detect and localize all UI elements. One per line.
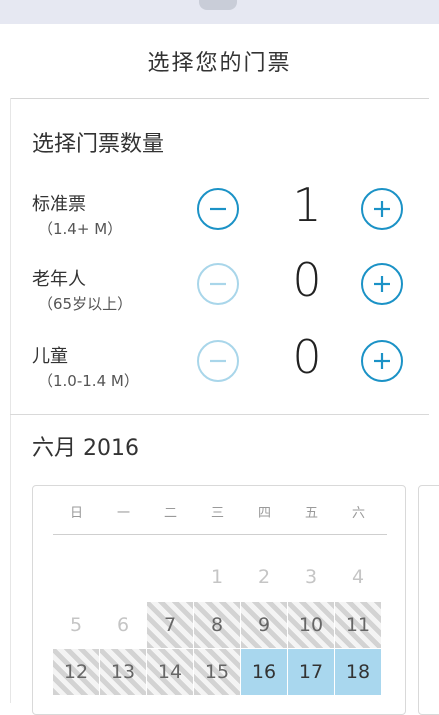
plus-circle-icon [374,353,390,369]
ticket-row-senior: 老年人 （65岁以上） 0 [32,253,422,321]
calendar-day[interactable]: 9 [241,602,287,648]
calendar-day[interactable]: 7 [147,602,193,648]
calendar-day[interactable]: 15 [194,649,240,695]
calendar-day[interactable]: 3 [288,554,334,600]
weekday-label: 一 [116,506,130,521]
ticket-name: 老年人 [32,269,86,290]
calendar-day[interactable]: 6 [100,602,146,648]
increment-child-button[interactable] [361,340,403,382]
standard-count: 1 [292,178,322,232]
decrement-child-button[interactable] [197,340,239,382]
calendar-day[interactable]: 8 [194,602,240,648]
left-border [10,98,11,703]
weekday-label: 日 [69,506,83,521]
ticket-note: （1.0-1.4 M） [38,372,139,390]
weekday-divider [53,534,387,535]
child-count: 0 [292,330,322,384]
plus-circle-icon [374,201,390,217]
ticket-name: 儿童 [32,346,68,367]
ticket-note: （65岁以上） [38,295,133,313]
page-title: 选择您的门票 [147,51,292,76]
calendar-day[interactable]: 5 [53,602,99,648]
increment-standard-button[interactable] [361,188,403,230]
calendar-day[interactable]: 1 [194,554,240,600]
calendar-day[interactable]: 13 [100,649,146,695]
calendar-day[interactable]: 2 [241,554,287,600]
calendar-day[interactable]: 18 [335,649,381,695]
section-divider [10,414,429,415]
calendar-day[interactable]: 4 [335,554,381,600]
calendar-day[interactable]: 17 [288,649,334,695]
ticket-row-child: 儿童 （1.0-1.4 M） 0 [32,330,422,398]
increment-senior-button[interactable] [361,263,403,305]
ticket-name: 标准票 [32,194,86,215]
top-handle [199,0,237,10]
weekday-label: 三 [210,506,224,521]
weekday-label: 五 [304,506,318,521]
ticket-quantity-title: 选择门票数量 [32,132,165,157]
weekday-label: 六 [351,506,365,521]
calendar-day[interactable]: 16 [241,649,287,695]
calendar-month-title: 六月 2016 [32,436,139,461]
calendar-day[interactable]: 11 [335,602,381,648]
decrement-senior-button[interactable] [197,263,239,305]
ticket-note: （1.4+ M） [38,220,123,238]
calendar-day[interactable]: 10 [288,602,334,648]
minus-circle-icon [210,359,226,363]
decrement-standard-button[interactable] [197,188,239,230]
top-status-band [0,0,439,24]
minus-circle-icon [210,207,226,211]
minus-circle-icon [210,282,226,286]
calendar-day[interactable]: 14 [147,649,193,695]
senior-count: 0 [292,253,322,307]
weekday-label: 四 [257,506,271,521]
calendar-day[interactable]: 12 [53,649,99,695]
next-month-calendar-edge [418,485,439,715]
weekday-label: 二 [163,506,177,521]
plus-circle-icon [374,276,390,292]
ticket-row-standard: 标准票 （1.4+ M） 1 [32,178,422,246]
page-header: 选择您的门票 [10,24,429,99]
calendar-month: 日一二三四五六 1 2 3 4 5 6 7 8 9 10 11 12 13 14 15 16 17 18 [32,485,406,715]
